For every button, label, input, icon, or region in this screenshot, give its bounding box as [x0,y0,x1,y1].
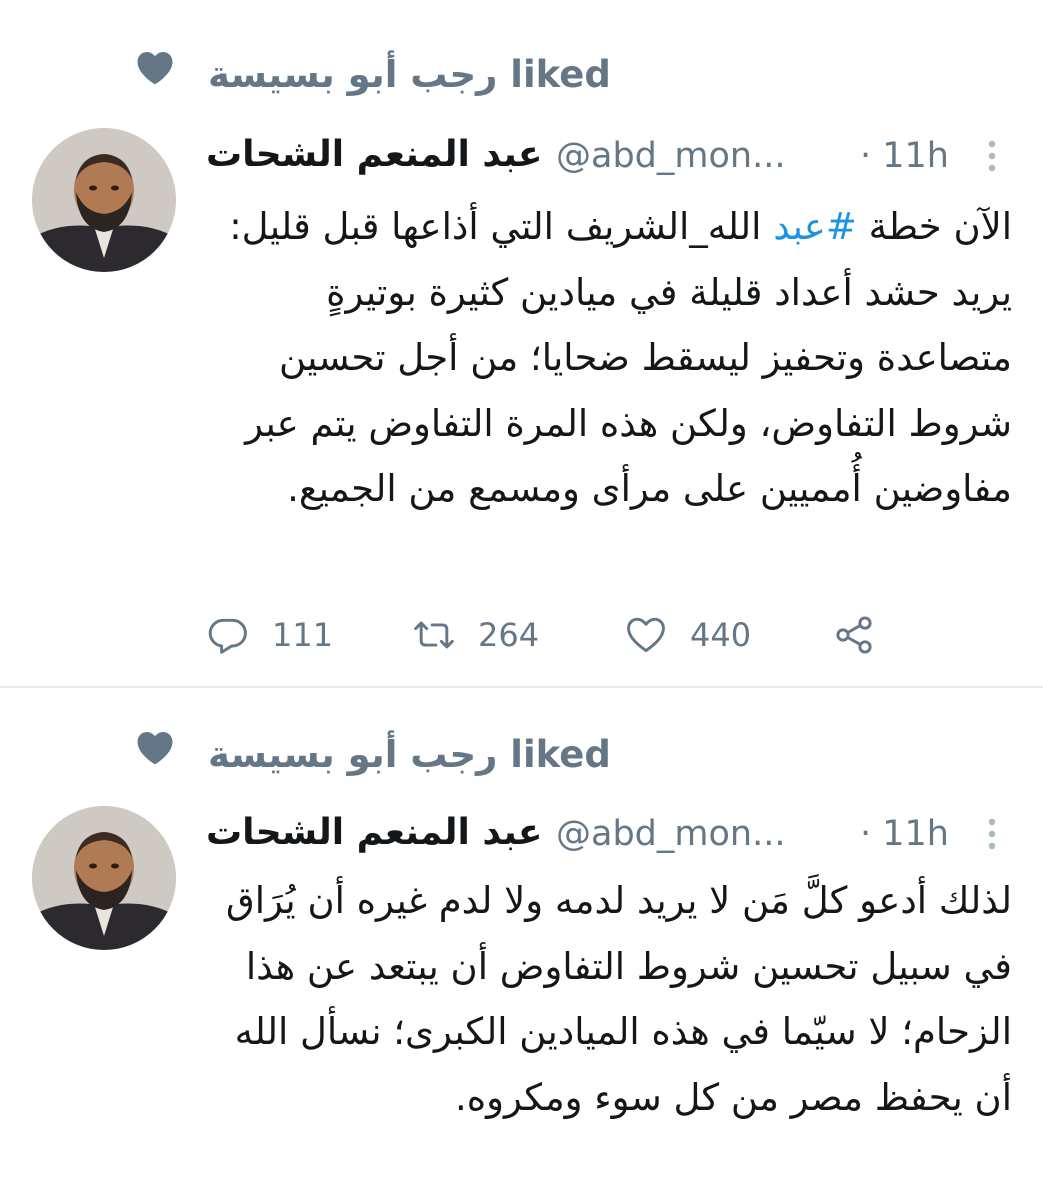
retweet-icon [414,621,454,649]
author-handle[interactable]: @abd_mon... [556,136,785,176]
tweet-text: لذلك أدعو كلَّ مَن لا يريد لدمه ولا لدم … [225,879,1012,1119]
heart-icon [137,52,173,84]
social-context-text: رجب أبو بسيسة liked [208,733,611,776]
tweet-header: عبد المنعم الشحات @abd_mon... · 11h [200,134,1010,190]
heart-icon [137,732,173,764]
heart-outline-icon [627,617,665,653]
tweet-text-part: الله_الشريف التي أذاعها قبل قليل: يريد ح… [229,205,1012,510]
reply-count: 111 [272,616,334,654]
avatar[interactable] [32,128,176,272]
tweet[interactable]: رجب أبو بسيسة liked عبد المنعم الشحات @a… [0,688,1043,1200]
author-handle[interactable]: @abd_mon... [556,814,785,854]
more-options-icon[interactable] [982,814,1002,858]
retweet-button[interactable]: 264 [412,610,539,660]
tweet-text-part: الآن خطة [856,205,1012,248]
timeline-feed: رجب أبو بسيسة liked عبد المنعم الشحات @a… [0,0,1043,1200]
like-count: 440 [690,616,752,654]
tweet-actions: 111 264 440 [0,610,1043,660]
reply-icon [208,618,247,654]
author-name[interactable]: عبد المنعم الشحات [206,812,543,853]
author-name[interactable]: عبد المنعم الشحات [206,134,543,175]
tweet-header: عبد المنعم الشحات @abd_mon... · 11h [200,812,1010,868]
like-button[interactable]: 440 [624,610,751,660]
tweet-time[interactable]: · 11h [860,814,949,854]
reply-button[interactable]: 111 [206,610,333,660]
social-context-text: رجب أبو بسيسة liked [208,53,611,96]
share-button[interactable] [832,610,876,660]
retweet-count: 264 [478,616,540,654]
avatar-photo [32,806,176,950]
avatar[interactable] [32,806,176,950]
hashtag-link[interactable]: #عبد [773,205,857,248]
tweet-time[interactable]: · 11h [860,136,949,176]
tweet-text: الآن خطة #عبد الله_الشريف التي أذاعها قب… [200,194,1012,522]
share-icon [836,616,872,654]
avatar-photo [32,128,176,272]
tweet[interactable]: رجب أبو بسيسة liked عبد المنعم الشحات @a… [0,0,1043,686]
more-options-icon[interactable] [982,136,1002,180]
